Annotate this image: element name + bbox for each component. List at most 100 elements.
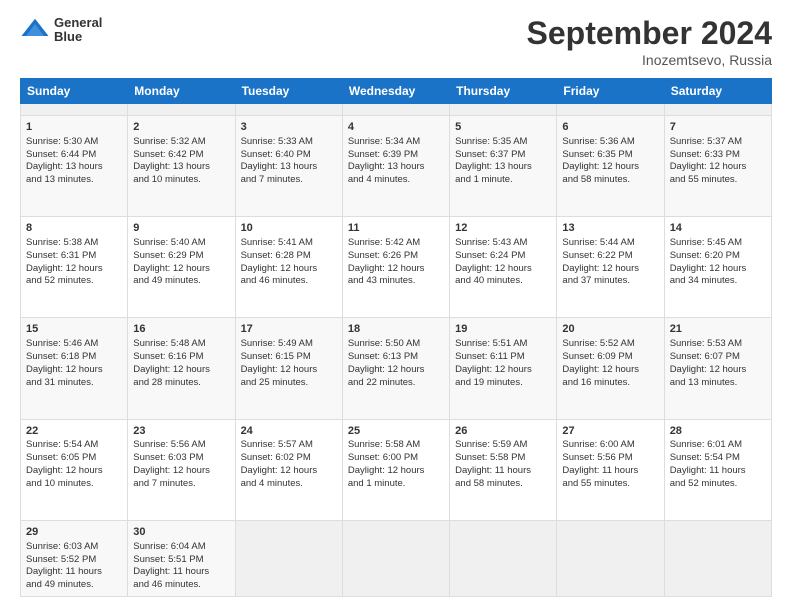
- day-info: Sunset: 6:33 PM: [670, 149, 766, 162]
- day-of-week-header: Saturday: [664, 79, 771, 104]
- day-info: Sunset: 6:39 PM: [348, 149, 444, 162]
- day-of-week-header: Wednesday: [342, 79, 449, 104]
- location: Inozemtsevo, Russia: [527, 52, 772, 68]
- day-info: Sunset: 6:13 PM: [348, 351, 444, 364]
- day-info: Sunset: 6:42 PM: [133, 149, 229, 162]
- day-info: Sunset: 6:00 PM: [348, 452, 444, 465]
- day-info: Sunrise: 5:46 AM: [26, 338, 122, 351]
- calendar-cell: 20Sunrise: 5:52 AMSunset: 6:09 PMDayligh…: [557, 318, 664, 419]
- day-of-week-header: Friday: [557, 79, 664, 104]
- day-info: and 58 minutes.: [562, 174, 658, 187]
- day-info: Sunset: 5:54 PM: [670, 452, 766, 465]
- logo-line1: General: [54, 16, 102, 30]
- day-info: Daylight: 12 hours: [670, 263, 766, 276]
- day-info: Daylight: 11 hours: [562, 465, 658, 478]
- calendar-cell: 14Sunrise: 5:45 AMSunset: 6:20 PMDayligh…: [664, 217, 771, 318]
- calendar-cell: [235, 520, 342, 596]
- calendar-cell: 29Sunrise: 6:03 AMSunset: 5:52 PMDayligh…: [21, 520, 128, 596]
- calendar-cell: 8Sunrise: 5:38 AMSunset: 6:31 PMDaylight…: [21, 217, 128, 318]
- day-info: Daylight: 12 hours: [26, 263, 122, 276]
- day-number: 10: [241, 221, 337, 236]
- day-info: Sunset: 6:40 PM: [241, 149, 337, 162]
- day-info: Daylight: 12 hours: [26, 364, 122, 377]
- day-info: Sunrise: 5:41 AM: [241, 237, 337, 250]
- day-info: Sunset: 6:09 PM: [562, 351, 658, 364]
- day-info: Daylight: 12 hours: [133, 364, 229, 377]
- day-info: Sunrise: 5:30 AM: [26, 136, 122, 149]
- day-info: Sunrise: 6:04 AM: [133, 541, 229, 554]
- day-info: Daylight: 12 hours: [562, 161, 658, 174]
- day-number: 16: [133, 322, 229, 337]
- day-info: Sunset: 6:24 PM: [455, 250, 551, 263]
- day-info: Sunrise: 5:42 AM: [348, 237, 444, 250]
- calendar-cell: 22Sunrise: 5:54 AMSunset: 6:05 PMDayligh…: [21, 419, 128, 520]
- day-info: Sunset: 6:29 PM: [133, 250, 229, 263]
- day-info: and 1 minute.: [455, 174, 551, 187]
- calendar-week-row: 22Sunrise: 5:54 AMSunset: 6:05 PMDayligh…: [21, 419, 772, 520]
- day-info: and 31 minutes.: [26, 377, 122, 390]
- day-info: Daylight: 13 hours: [348, 161, 444, 174]
- day-info: Sunrise: 5:56 AM: [133, 439, 229, 452]
- calendar-cell: 28Sunrise: 6:01 AMSunset: 5:54 PMDayligh…: [664, 419, 771, 520]
- calendar-cell: 18Sunrise: 5:50 AMSunset: 6:13 PMDayligh…: [342, 318, 449, 419]
- day-info: Sunset: 5:56 PM: [562, 452, 658, 465]
- day-info: and 58 minutes.: [455, 478, 551, 491]
- calendar-cell: [450, 520, 557, 596]
- calendar-table: SundayMondayTuesdayWednesdayThursdayFrid…: [20, 78, 772, 597]
- day-number: 26: [455, 424, 551, 439]
- header: General Blue September 2024 Inozemtsevo,…: [20, 15, 772, 68]
- day-info: Sunset: 6:07 PM: [670, 351, 766, 364]
- day-info: Daylight: 12 hours: [241, 263, 337, 276]
- day-number: 17: [241, 322, 337, 337]
- day-info: Daylight: 13 hours: [133, 161, 229, 174]
- day-info: Sunrise: 5:38 AM: [26, 237, 122, 250]
- day-info: Sunset: 6:15 PM: [241, 351, 337, 364]
- logo: General Blue: [20, 15, 102, 45]
- calendar-cell: 1Sunrise: 5:30 AMSunset: 6:44 PMDaylight…: [21, 115, 128, 216]
- day-info: and 52 minutes.: [670, 478, 766, 491]
- day-info: and 52 minutes.: [26, 275, 122, 288]
- day-info: and 10 minutes.: [26, 478, 122, 491]
- day-info: Sunrise: 5:51 AM: [455, 338, 551, 351]
- day-info: Daylight: 11 hours: [26, 566, 122, 579]
- day-info: Sunrise: 5:57 AM: [241, 439, 337, 452]
- day-info: and 40 minutes.: [455, 275, 551, 288]
- day-info: Sunrise: 5:36 AM: [562, 136, 658, 149]
- calendar-cell: [664, 520, 771, 596]
- calendar-cell: [342, 104, 449, 116]
- day-info: Daylight: 12 hours: [241, 364, 337, 377]
- day-info: and 28 minutes.: [133, 377, 229, 390]
- day-info: and 22 minutes.: [348, 377, 444, 390]
- day-info: Sunrise: 5:40 AM: [133, 237, 229, 250]
- calendar-cell: [21, 104, 128, 116]
- day-info: Sunrise: 5:53 AM: [670, 338, 766, 351]
- day-info: and 1 minute.: [348, 478, 444, 491]
- logo-text: General Blue: [54, 16, 102, 45]
- calendar-cell: 21Sunrise: 5:53 AMSunset: 6:07 PMDayligh…: [664, 318, 771, 419]
- calendar-cell: 19Sunrise: 5:51 AMSunset: 6:11 PMDayligh…: [450, 318, 557, 419]
- day-of-week-header: Monday: [128, 79, 235, 104]
- day-info: Sunset: 5:51 PM: [133, 554, 229, 567]
- day-info: and 49 minutes.: [26, 579, 122, 592]
- day-number: 23: [133, 424, 229, 439]
- logo-line2: Blue: [54, 30, 102, 44]
- day-number: 8: [26, 221, 122, 236]
- day-number: 7: [670, 120, 766, 135]
- day-info: Daylight: 12 hours: [670, 161, 766, 174]
- day-info: and 25 minutes.: [241, 377, 337, 390]
- day-info: Sunrise: 5:33 AM: [241, 136, 337, 149]
- day-number: 27: [562, 424, 658, 439]
- calendar-cell: 4Sunrise: 5:34 AMSunset: 6:39 PMDaylight…: [342, 115, 449, 216]
- day-number: 13: [562, 221, 658, 236]
- calendar-cell: [128, 104, 235, 116]
- day-info: and 46 minutes.: [241, 275, 337, 288]
- day-of-week-header: Thursday: [450, 79, 557, 104]
- day-info: Sunrise: 5:52 AM: [562, 338, 658, 351]
- day-number: 6: [562, 120, 658, 135]
- day-info: Sunset: 6:16 PM: [133, 351, 229, 364]
- day-info: Daylight: 11 hours: [133, 566, 229, 579]
- day-info: Daylight: 11 hours: [670, 465, 766, 478]
- day-info: Daylight: 12 hours: [26, 465, 122, 478]
- day-info: and 46 minutes.: [133, 579, 229, 592]
- calendar-cell: [235, 104, 342, 116]
